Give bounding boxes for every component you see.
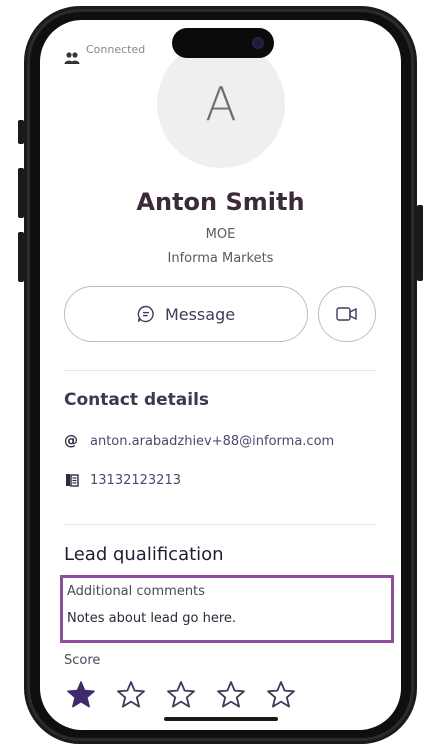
contact-details-title: Contact details — [64, 390, 210, 410]
score-rating[interactable] — [66, 680, 296, 710]
contact-name: Anton Smith — [136, 188, 305, 216]
star-outline-icon[interactable] — [216, 680, 246, 710]
lead-qualification-title: Lead qualification — [64, 544, 224, 565]
contact-phone-row[interactable]: 13132123213 — [64, 472, 181, 488]
phone-screen: Connected A Anton Smith MOE Informa Mark… — [40, 20, 401, 730]
additional-comments-field[interactable]: Additional comments Notes about lead go … — [60, 575, 394, 643]
email-icon: @ — [64, 433, 78, 449]
connected-badge: Connected — [64, 42, 146, 64]
star-outline-icon[interactable] — [116, 680, 146, 710]
avatar: A — [157, 40, 285, 168]
additional-comments-label: Additional comments — [67, 584, 205, 599]
star-outline-icon[interactable] — [166, 680, 196, 710]
connected-label: Connected — [86, 43, 146, 56]
avatar-initial: A — [205, 77, 237, 131]
people-icon — [64, 52, 80, 64]
dynamic-island — [172, 28, 274, 58]
message-button-label: Message — [164, 304, 236, 324]
star-filled-icon[interactable] — [66, 680, 96, 710]
divider — [64, 370, 377, 371]
phone-power-button — [417, 205, 423, 281]
stage: Connected A Anton Smith MOE Informa Mark… — [0, 0, 425, 750]
video-camera-icon — [336, 307, 357, 321]
front-camera — [252, 37, 264, 49]
contact-email-row[interactable]: @ anton.arabadzhiev+88@informa.com — [64, 433, 334, 449]
chat-bubble-icon — [137, 305, 154, 323]
score-label: Score — [64, 653, 101, 668]
contact-role: MOE — [205, 227, 236, 242]
star-outline-icon[interactable] — [266, 680, 296, 710]
video-call-button[interactable] — [318, 286, 376, 342]
phone-icon — [66, 474, 79, 487]
message-button[interactable]: Message — [64, 286, 308, 342]
home-indicator — [164, 717, 278, 721]
contact-email[interactable]: anton.arabadzhiev+88@informa.com — [90, 434, 334, 449]
contact-phone[interactable]: 13132123213 — [90, 473, 181, 488]
contact-company: Informa Markets — [167, 251, 274, 266]
divider — [64, 524, 377, 525]
additional-comments-value[interactable]: Notes about lead go here. — [67, 611, 387, 626]
